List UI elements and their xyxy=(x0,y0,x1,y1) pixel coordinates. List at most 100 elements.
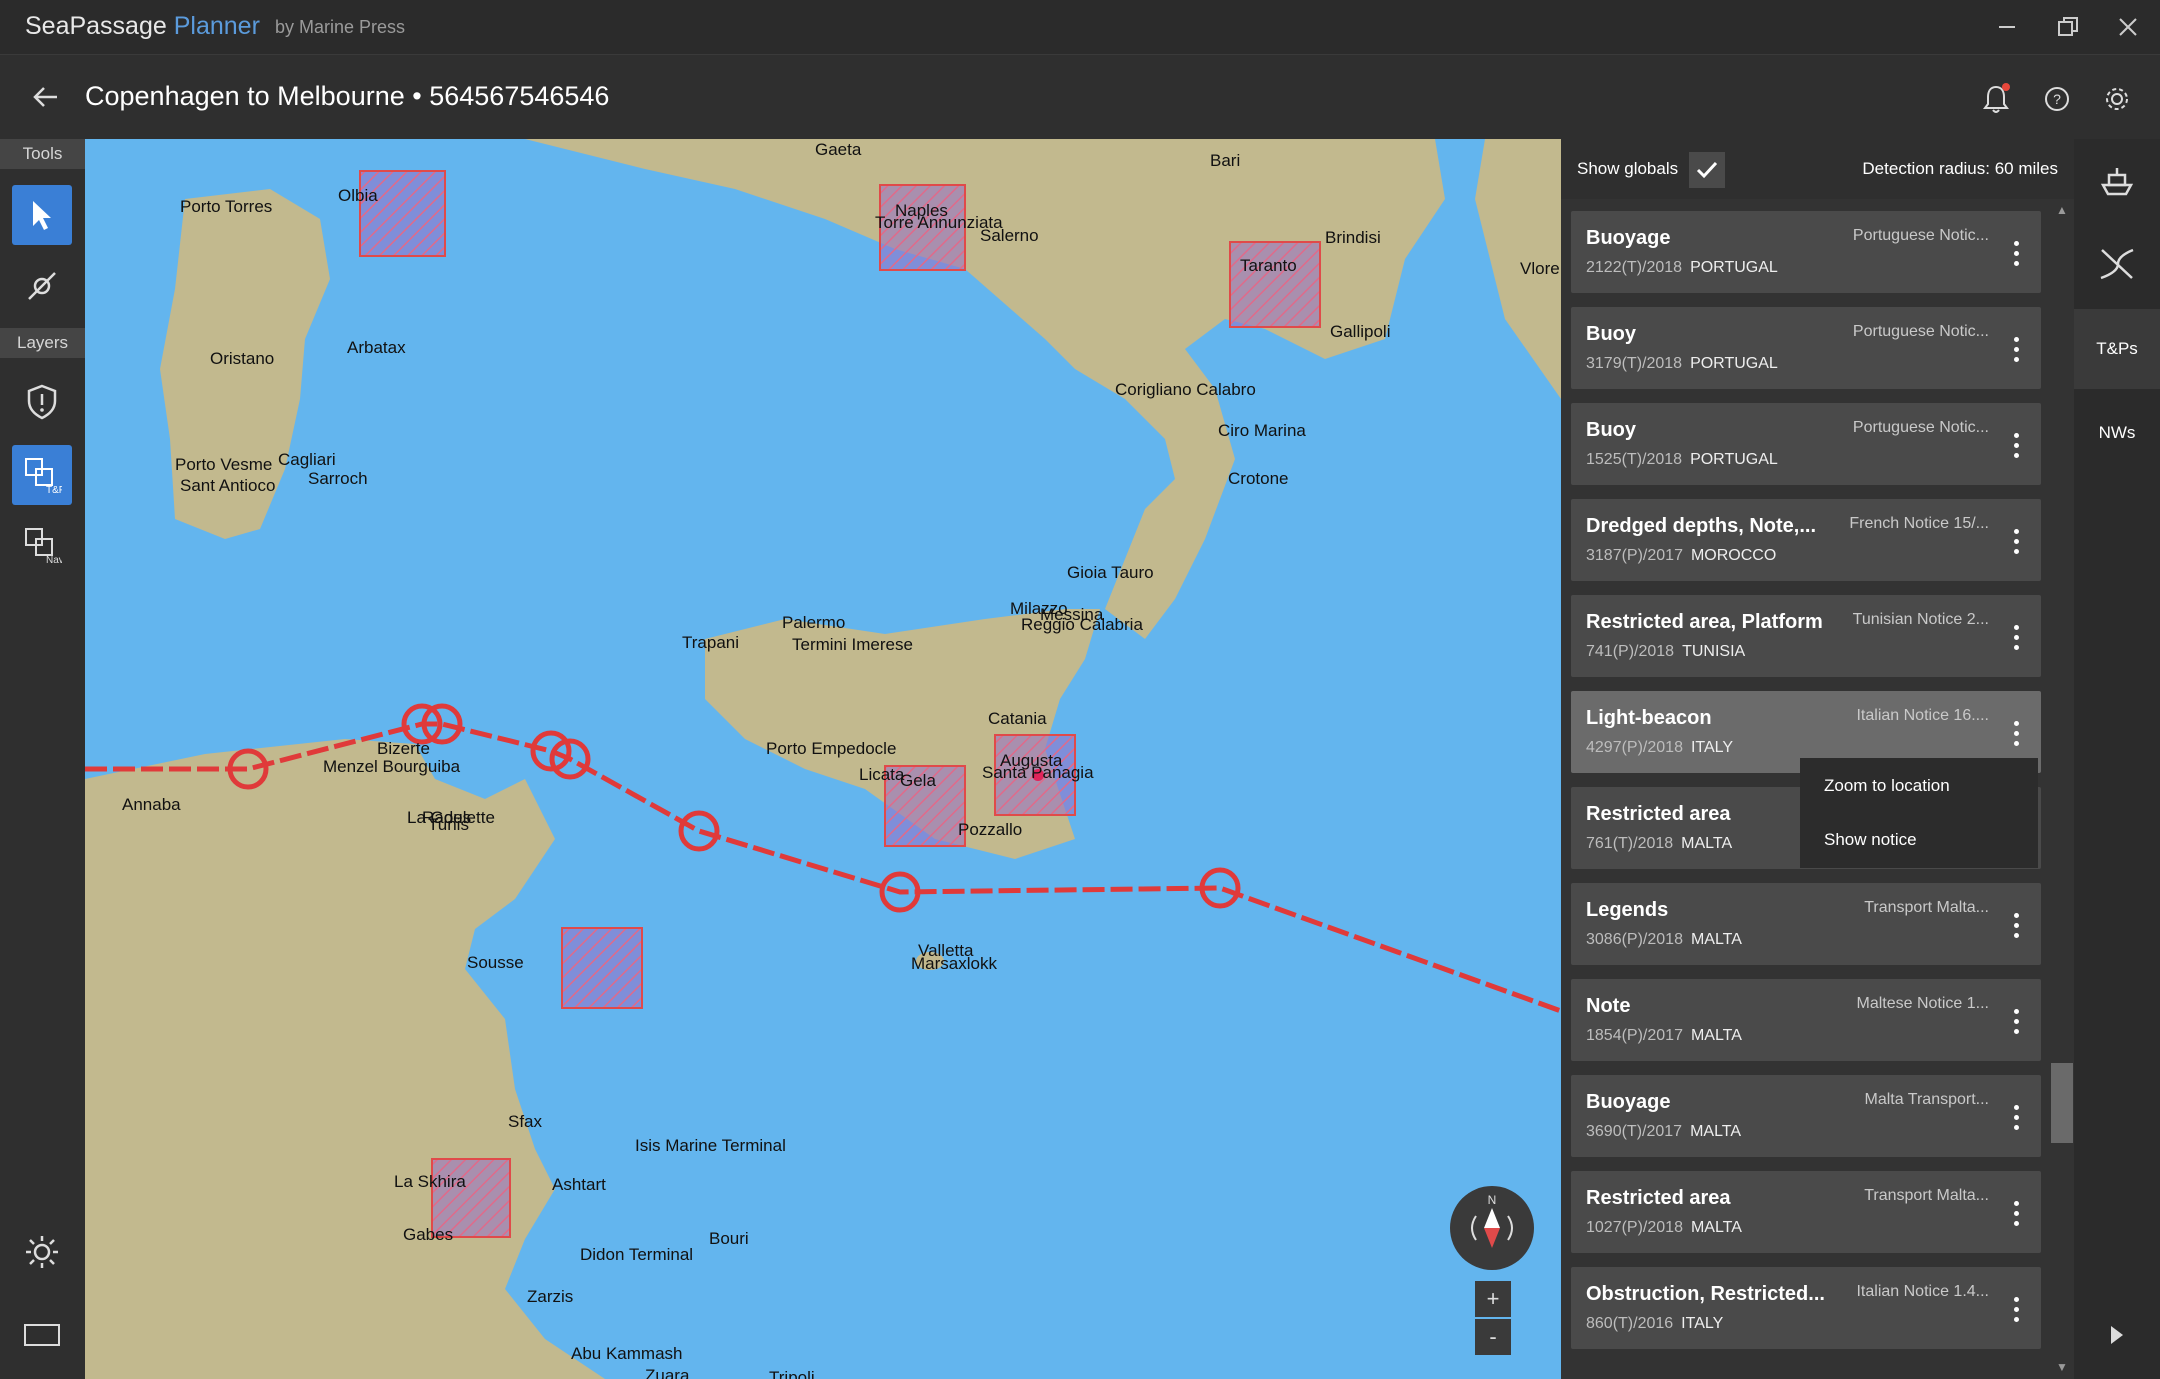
panel-header: Show globals Detection radius: 60 miles xyxy=(1561,139,2074,199)
notice-title: Buoyage xyxy=(1586,1091,1671,1113)
notice-country: MALTA xyxy=(1690,1219,1742,1236)
place-label: Gabes xyxy=(403,1225,454,1244)
notice-country: TUNISIA xyxy=(1682,643,1746,660)
more-options-icon[interactable] xyxy=(2001,233,2031,273)
minimize-button[interactable] xyxy=(1985,10,2029,44)
more-options-icon[interactable] xyxy=(2001,425,2031,465)
scroll-down-arrow[interactable]: ▼ xyxy=(2050,1360,2074,1374)
place-label: Annaba xyxy=(122,795,181,814)
collapse-panel-button[interactable] xyxy=(2074,1295,2160,1375)
restore-button[interactable] xyxy=(2046,10,2090,44)
place-label: Gioia Tauro xyxy=(1067,563,1154,582)
place-label: Didon Terminal xyxy=(580,1245,694,1264)
tab-nws[interactable]: NWs xyxy=(2074,393,2160,473)
zoom-out-button[interactable]: - xyxy=(1475,1319,1511,1355)
context-menu: Zoom to location Show notice xyxy=(1800,758,2038,868)
scroll-up-arrow[interactable]: ▲ xyxy=(2050,203,2074,217)
show-globals-label: Show globals xyxy=(1577,159,1679,178)
notice-meta: 1854(P)/2017 MALTA xyxy=(1586,1027,1742,1045)
more-options-icon[interactable] xyxy=(2001,905,2031,945)
notice-card[interactable]: Buoy Portuguese Notic... 3179(T)/2018 PORTU… xyxy=(1571,307,2041,389)
notice-card[interactable]: Buoyage Malta Transport... 3690(T)/2017 MAL… xyxy=(1571,1075,2041,1157)
safety-layer-button[interactable] xyxy=(12,372,72,432)
gear-icon xyxy=(2106,88,2128,110)
more-options-icon[interactable] xyxy=(2001,329,2031,369)
more-options-icon[interactable] xyxy=(2001,1097,2031,1137)
place-label: Vlore xyxy=(1520,259,1560,278)
notice-card[interactable]: Note Maltese Notice 1... 1854(P)/2017 MALTA xyxy=(1571,979,2041,1061)
place-label: Menzel Bourguiba xyxy=(323,757,461,776)
app-name: SeaPassage Planner xyxy=(25,12,260,40)
place-label: Olbia xyxy=(338,186,378,205)
notice-card[interactable]: Obstruction, Restricted... Italian Notice… xyxy=(1571,1267,2041,1349)
close-button[interactable] xyxy=(2106,10,2150,44)
zoom-in-button[interactable]: + xyxy=(1475,1281,1511,1317)
settings-button[interactable] xyxy=(2097,79,2137,119)
notice-number: 4297(P)/2018 xyxy=(1586,739,1683,756)
close-icon xyxy=(2119,18,2137,36)
notice-source: Tunisian Notice 2... xyxy=(1852,611,1989,628)
show-notice-item[interactable]: Show notice xyxy=(1824,830,1917,850)
notice-card[interactable]: Dredged depths, Note,... French Notice 15… xyxy=(1571,499,2041,581)
nav-layer-icon: Nav xyxy=(25,528,62,565)
more-options-icon[interactable] xyxy=(2001,1289,2031,1329)
help-button[interactable]: ? xyxy=(2037,79,2077,119)
notice-title: Restricted area xyxy=(1586,1187,1731,1209)
notice-number: 3086(P)/2018 xyxy=(1586,931,1683,948)
notice-card[interactable]: Restricted area, Platform Tunisian Notice… xyxy=(1571,595,2041,677)
place-label: Sant Antioco xyxy=(180,476,276,495)
place-label: Arbatax xyxy=(347,338,406,357)
notice-meta: 761(T)/2018 MALTA xyxy=(1586,835,1732,853)
back-button[interactable] xyxy=(26,77,66,117)
place-label: Zarzis xyxy=(527,1287,574,1306)
notifications-button[interactable] xyxy=(1976,79,2016,119)
place-label: Sousse xyxy=(467,953,524,972)
scrollbar-thumb[interactable] xyxy=(2051,1063,2073,1143)
notice-source: Portuguese Notic... xyxy=(1852,419,1989,436)
place-label: Ashtart xyxy=(552,1175,606,1194)
more-options-icon[interactable] xyxy=(2001,1193,2031,1233)
notice-country: MALTA xyxy=(1690,931,1742,948)
more-options-icon[interactable] xyxy=(2001,617,2031,657)
route-tool-button[interactable] xyxy=(12,256,72,316)
compass-north-label: N xyxy=(1488,1193,1497,1207)
notice-card[interactable]: Buoyage Portuguese Notic... 2122(T)/2018 PO… xyxy=(1571,211,2041,293)
tools-label: Tools xyxy=(0,139,85,169)
more-options-icon[interactable] xyxy=(2001,521,2031,561)
notice-country: MALTA xyxy=(1681,835,1733,852)
tp-layer-button[interactable]: T&P xyxy=(12,445,72,505)
nav-layer-button[interactable]: Nav xyxy=(12,515,72,575)
notice-meta: 3690(T)/2017 MALTA xyxy=(1586,1123,1741,1141)
select-tool-button[interactable] xyxy=(12,185,72,245)
more-options-icon[interactable] xyxy=(2001,1001,2031,1041)
vessel-button[interactable] xyxy=(2074,141,2160,221)
notice-card[interactable]: Restricted area Transport Malta... 1027(P)… xyxy=(1571,1171,2041,1253)
compass-button[interactable]: N xyxy=(1450,1186,1534,1270)
notice-number: 3179(T)/2018 xyxy=(1586,355,1683,372)
place-label: La Skhira xyxy=(394,1172,466,1191)
notice-number: 860(T)/2016 xyxy=(1586,1315,1674,1332)
zoom-to-location-item[interactable]: Zoom to location xyxy=(1824,776,1950,796)
place-label: Pozzallo xyxy=(958,820,1023,839)
notice-source: Malta Transport... xyxy=(1864,1091,1990,1108)
place-label: Zuara xyxy=(645,1366,690,1379)
place-label: Crotone xyxy=(1228,469,1289,488)
chart-map[interactable]: Gaeta Bari Porto Torres Olbia Naples Tor… xyxy=(85,139,1561,1379)
notice-card[interactable]: Legends Transport Malta... 3086(P)/2018 MAL… xyxy=(1571,883,2041,965)
fullscreen-button[interactable] xyxy=(12,1305,72,1365)
notice-country: ITALY xyxy=(1681,1315,1724,1332)
route-panel-button[interactable] xyxy=(2074,224,2160,304)
arrow-left-icon xyxy=(33,87,57,107)
more-options-icon[interactable] xyxy=(2001,713,2031,753)
notice-card[interactable]: Buoy Portuguese Notic... 1525(T)/2018 PORTU… xyxy=(1571,403,2041,485)
place-label: Reggio Calabria xyxy=(1021,615,1143,634)
place-label: Trapani xyxy=(682,633,740,652)
rectangle-icon xyxy=(24,1324,60,1346)
show-globals-checkbox[interactable] xyxy=(1689,152,1725,188)
left-toolbar: Tools Layers T&P Nav xyxy=(0,139,85,1379)
place-label: Oristano xyxy=(210,349,275,368)
tab-tps[interactable]: T&Ps xyxy=(2074,309,2160,389)
right-sidebar: T&Ps NWs xyxy=(2074,139,2160,1379)
shield-icon xyxy=(27,384,57,420)
brightness-button[interactable] xyxy=(12,1222,72,1282)
